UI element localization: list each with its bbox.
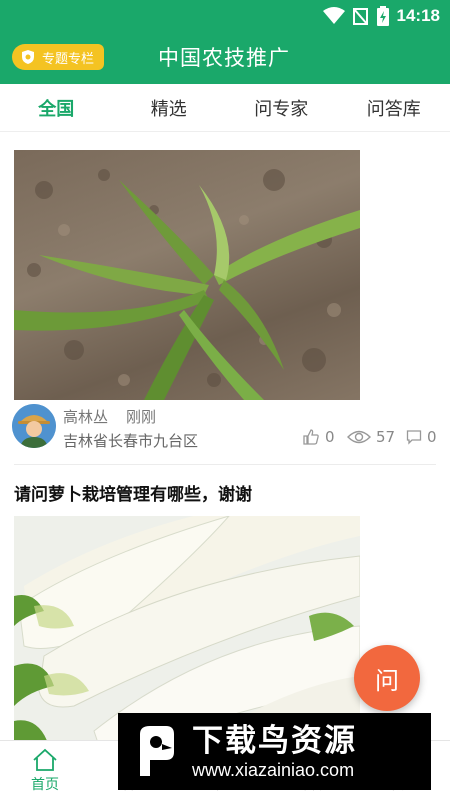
author-name[interactable]: 高林丛 bbox=[63, 406, 108, 427]
home-icon bbox=[33, 748, 57, 771]
shield-icon bbox=[22, 50, 34, 64]
watermark-text: 下载鸟资源 www.xiazainiao.com bbox=[192, 723, 357, 781]
like-stat[interactable]: 0 bbox=[302, 428, 335, 446]
battery-charging-icon bbox=[376, 6, 389, 26]
watermark-title: 下载鸟资源 bbox=[192, 722, 357, 759]
thumbs-up-icon bbox=[303, 429, 319, 445]
post-location: 吉林省长春市九台区 bbox=[63, 432, 199, 450]
view-count: 57 bbox=[376, 428, 396, 446]
status-time: 14:18 bbox=[396, 6, 440, 25]
comment-icon bbox=[406, 430, 422, 445]
watermark-banner: 下载鸟资源 www.xiazainiao.com bbox=[118, 713, 431, 790]
author-avatar[interactable] bbox=[12, 404, 56, 448]
tab-qa-library[interactable]: 问答库 bbox=[338, 84, 450, 131]
post-photo-radish[interactable] bbox=[14, 516, 360, 740]
post-divider bbox=[14, 464, 436, 465]
signal-off-icon bbox=[352, 8, 368, 25]
status-bar: 14:18 bbox=[0, 0, 450, 32]
topic-column-label: 专题专栏 bbox=[42, 51, 95, 67]
ask-question-button[interactable]: 问 bbox=[354, 645, 420, 711]
comment-count: 0 bbox=[427, 428, 437, 446]
eye-icon bbox=[347, 430, 371, 444]
app-title: 中国农技推广 bbox=[158, 46, 290, 70]
like-count: 0 bbox=[325, 428, 335, 446]
watermark-url: www.xiazainiao.com bbox=[192, 759, 355, 780]
post-time: 刚刚 bbox=[126, 408, 157, 426]
bird-logo-icon bbox=[126, 721, 186, 782]
post-photo-seedlings[interactable] bbox=[14, 150, 360, 400]
tab-ask-expert[interactable]: 问专家 bbox=[225, 84, 338, 131]
nav-home-label: 首页 bbox=[31, 777, 59, 793]
comment-stat[interactable]: 0 bbox=[406, 428, 437, 446]
category-tabs: 全国 精选 问专家 问答库 bbox=[0, 84, 450, 132]
app-header: 专题专栏 中国农技推广 bbox=[0, 32, 450, 84]
status-icons: 14:18 bbox=[322, 6, 440, 26]
view-stat: 57 bbox=[347, 428, 395, 446]
wifi-icon bbox=[322, 7, 345, 24]
tab-featured[interactable]: 精选 bbox=[113, 84, 226, 131]
tab-national[interactable]: 全国 bbox=[0, 84, 113, 131]
topic-column-button[interactable]: 专题专栏 bbox=[12, 44, 105, 70]
post-title[interactable]: 请问萝卜栽培管理有哪些，谢谢 bbox=[14, 480, 252, 505]
nav-home[interactable]: 首页 bbox=[0, 741, 90, 800]
